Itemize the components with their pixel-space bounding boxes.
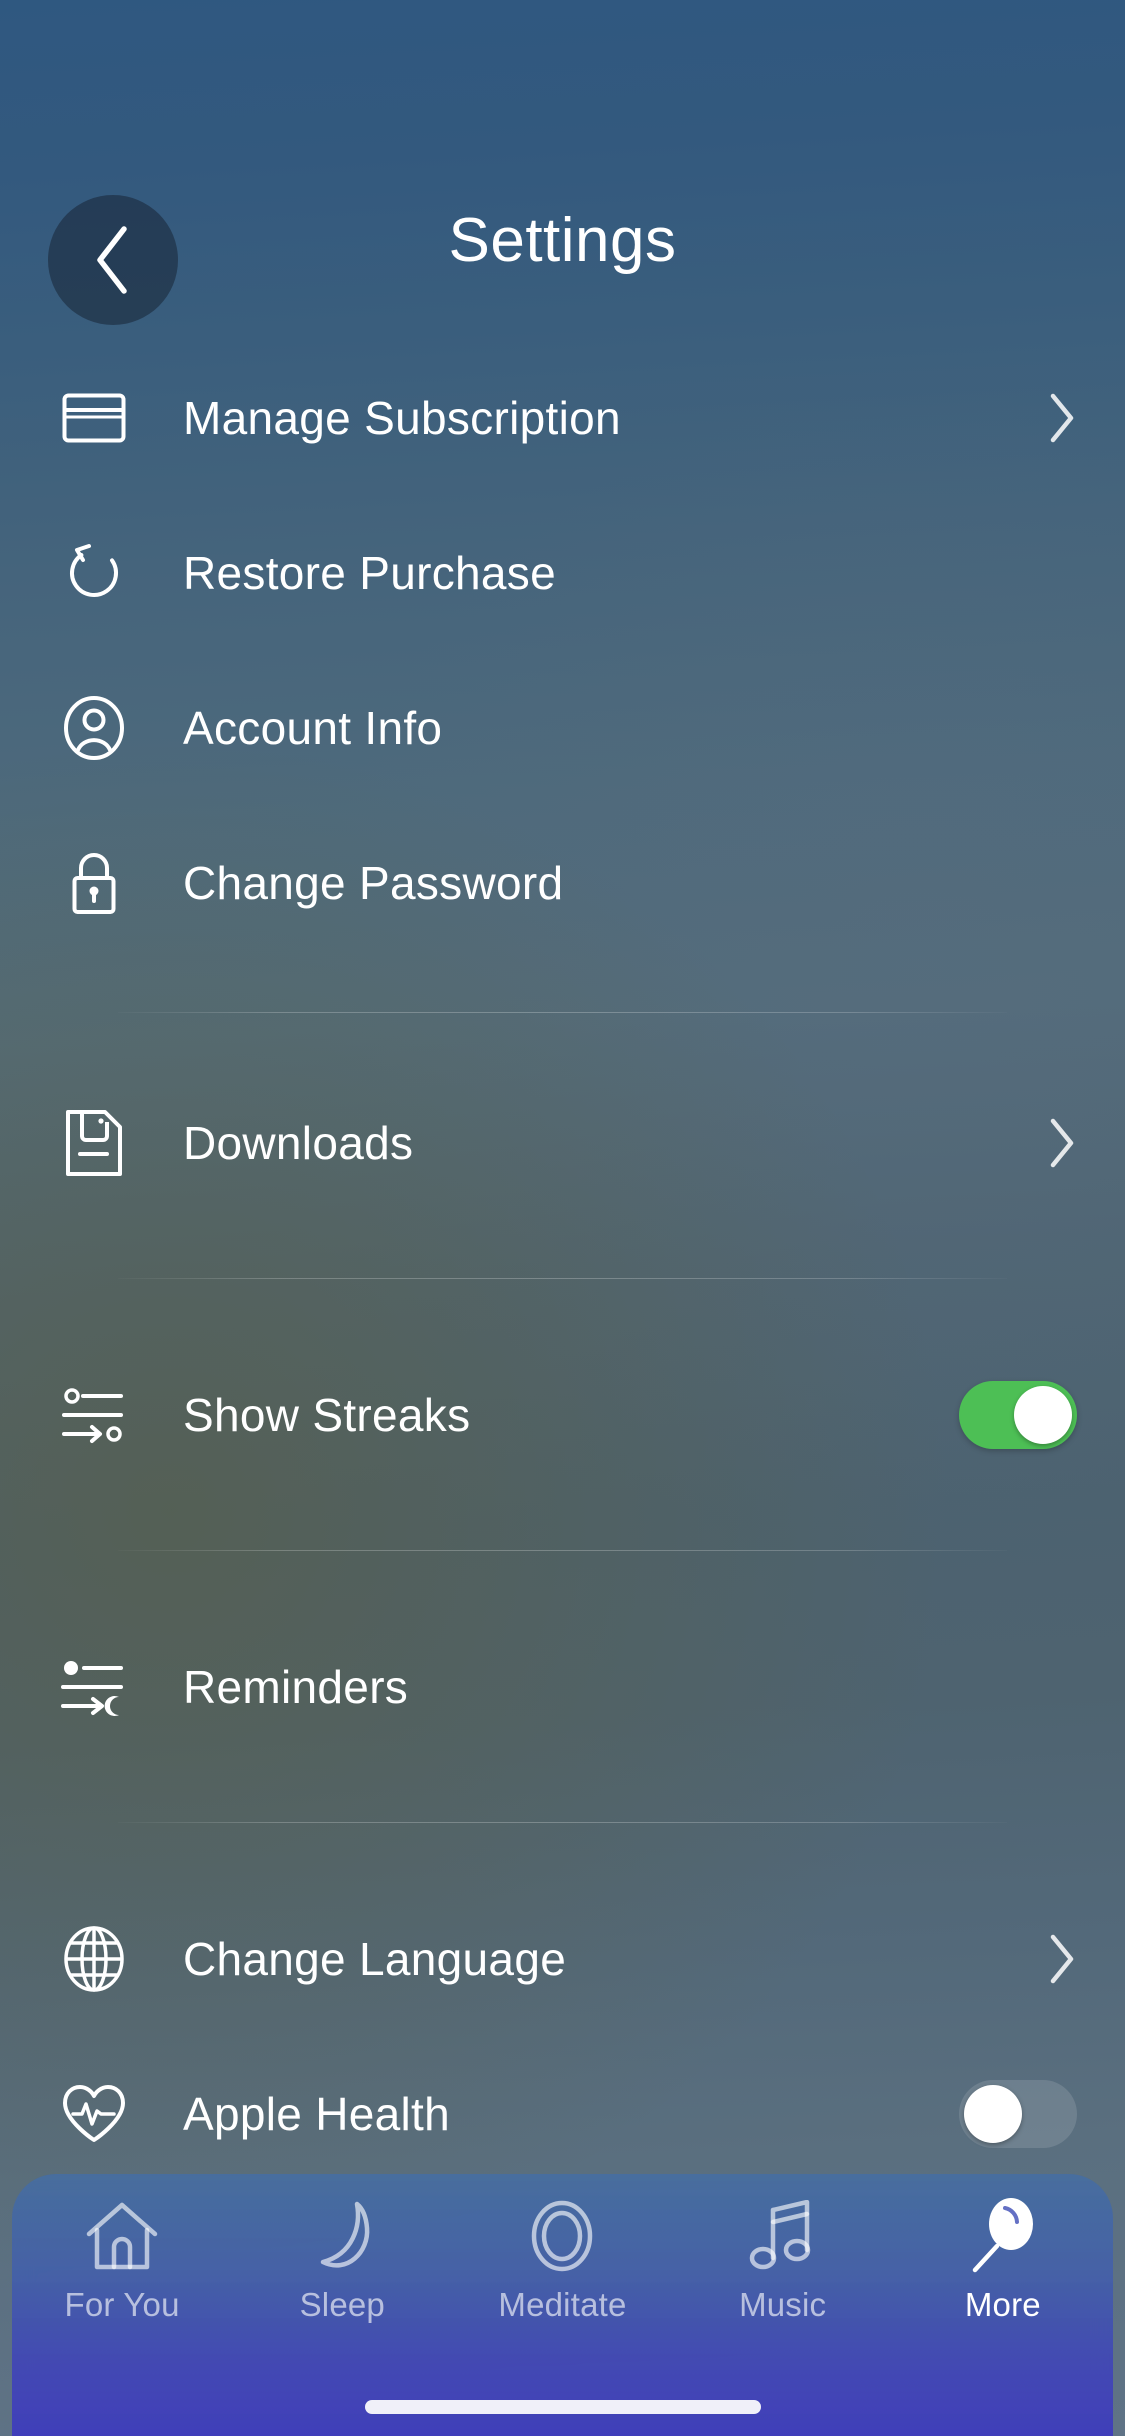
globe-icon bbox=[48, 1913, 140, 2005]
page-title: Settings bbox=[448, 206, 677, 275]
credit-card-icon bbox=[48, 372, 140, 464]
heart-pulse-icon bbox=[48, 2068, 140, 2160]
settings-row-change-password[interactable]: Change Password bbox=[0, 805, 1125, 960]
settings-row-account-info[interactable]: Account Info bbox=[0, 650, 1125, 805]
tab-meditate[interactable]: Meditate bbox=[452, 2196, 672, 2324]
tab-for-you[interactable]: For You bbox=[12, 2196, 232, 2324]
toggle-knob bbox=[1014, 1385, 1072, 1444]
settings-list: Manage Subscription Restore Purchase Acc… bbox=[0, 340, 1125, 2191]
tab-label: Meditate bbox=[498, 2286, 627, 2323]
row-accessory-empty bbox=[1033, 699, 1077, 757]
settings-row-label: Downloads bbox=[183, 1116, 414, 1169]
settings-row-label: Reminders bbox=[183, 1660, 409, 1713]
sliders-moon-icon bbox=[48, 1641, 140, 1733]
row-accessory-empty bbox=[1033, 544, 1077, 602]
row-accessory-empty bbox=[1033, 854, 1077, 912]
settings-row-label: Restore Purchase bbox=[183, 546, 556, 599]
settings-row-apple-health[interactable]: Apple Health bbox=[0, 2036, 1125, 2191]
screen-header: Settings bbox=[0, 0, 1125, 340]
tab-list: For You Sleep Meditate Music More bbox=[12, 2174, 1113, 2324]
user-circle-icon bbox=[48, 682, 140, 774]
apple-health-toggle[interactable] bbox=[959, 2079, 1077, 2148]
moon-icon bbox=[307, 2196, 377, 2276]
settings-row-manage-subscription[interactable]: Manage Subscription bbox=[0, 340, 1125, 495]
settings-row-downloads[interactable]: Downloads bbox=[0, 1065, 1125, 1220]
lock-icon bbox=[48, 837, 140, 929]
settings-screen: Settings Manage Subscription Restore Pur… bbox=[0, 0, 1125, 2436]
ring-icon bbox=[525, 2196, 599, 2276]
tab-music[interactable]: Music bbox=[673, 2196, 893, 2324]
tab-label: More bbox=[964, 2286, 1041, 2323]
restore-arrow-icon bbox=[48, 527, 140, 619]
settings-row-label: Show Streaks bbox=[183, 1388, 471, 1441]
sliders-icon bbox=[48, 1369, 140, 1461]
music-note-icon bbox=[749, 2196, 817, 2276]
tab-label: For You bbox=[64, 2286, 180, 2323]
home-icon bbox=[83, 2196, 161, 2276]
chevron-right-icon[interactable] bbox=[1033, 1114, 1077, 1172]
settings-row-label: Apple Health bbox=[183, 2087, 450, 2140]
settings-row-label: Change Language bbox=[183, 1932, 567, 1985]
settings-row-label: Account Info bbox=[183, 701, 443, 754]
bottom-tab-bar: For You Sleep Meditate Music More bbox=[12, 2174, 1113, 2436]
tab-sleep[interactable]: Sleep bbox=[232, 2196, 452, 2324]
show-streaks-toggle[interactable] bbox=[959, 1380, 1077, 1449]
tab-label: Music bbox=[739, 2286, 827, 2323]
settings-row-change-language[interactable]: Change Language bbox=[0, 1881, 1125, 2036]
settings-row-reminders[interactable]: Reminders bbox=[0, 1609, 1125, 1764]
toggle-knob bbox=[964, 2084, 1022, 2143]
settings-row-show-streaks[interactable]: Show Streaks bbox=[0, 1337, 1125, 1492]
chevron-right-icon[interactable] bbox=[1033, 1930, 1077, 1988]
settings-row-label: Change Password bbox=[183, 856, 564, 909]
tab-more[interactable]: More bbox=[893, 2196, 1113, 2324]
balloon-icon bbox=[967, 2196, 1039, 2276]
chevron-right-icon[interactable] bbox=[1033, 389, 1077, 447]
home-indicator bbox=[364, 2400, 761, 2414]
settings-row-restore-purchase[interactable]: Restore Purchase bbox=[0, 495, 1125, 650]
row-accessory-empty bbox=[1033, 1658, 1077, 1716]
settings-row-label: Manage Subscription bbox=[183, 391, 621, 444]
tab-label: Sleep bbox=[299, 2286, 385, 2323]
document-save-icon bbox=[48, 1097, 140, 1189]
